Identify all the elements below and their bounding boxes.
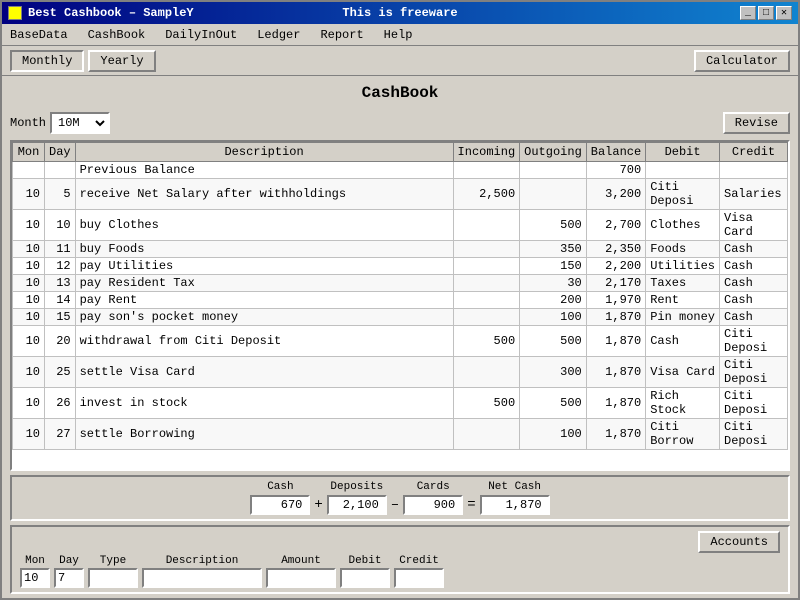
- input-type-label: Type: [100, 555, 126, 567]
- table-row[interactable]: 1010buy Clothes5002,700ClothesVisa Card: [13, 210, 788, 241]
- col-incoming: Incoming: [453, 143, 520, 162]
- menu-dailyinout[interactable]: DailyInOut: [161, 26, 241, 44]
- netcash-value: 1,870: [480, 495, 550, 515]
- window-subtitle: This is freeware: [342, 6, 457, 20]
- cashbook-table-container: Mon Day Description Incoming Outgoing Ba…: [10, 140, 790, 471]
- table-row[interactable]: 1027settle Borrowing1001,870Citi BorrowC…: [13, 419, 788, 450]
- input-day[interactable]: [54, 568, 84, 588]
- cash-summary: Cash 670: [250, 481, 310, 515]
- input-mon-label: Mon: [25, 555, 45, 567]
- title-bar-buttons: _ □ ✕: [740, 6, 792, 20]
- summary-bar: Cash 670 + Deposits 2,100 – Cards 900 = …: [10, 475, 790, 521]
- input-mon-group: Mon: [20, 555, 50, 588]
- cashbook-table: Mon Day Description Incoming Outgoing Ba…: [12, 142, 788, 450]
- input-credit-label: Credit: [399, 555, 439, 567]
- menu-bar: BaseData CashBook DailyInOut Ledger Repo…: [2, 24, 798, 46]
- window-title: Best Cashbook – SampleY: [28, 6, 194, 20]
- input-amount[interactable]: [266, 568, 336, 588]
- input-debit-group: Debit: [340, 555, 390, 588]
- input-day-label: Day: [59, 555, 79, 567]
- input-credit[interactable]: [394, 568, 444, 588]
- input-debit-label: Debit: [348, 555, 381, 567]
- cash-value: 670: [250, 495, 310, 515]
- app-icon: [8, 6, 22, 20]
- minus-sign: –: [391, 497, 399, 513]
- col-day: Day: [45, 143, 76, 162]
- month-selector: Month 10M 1M2M3M 4M5M6M 7M8M9M 11M12M: [10, 112, 110, 134]
- main-window: Best Cashbook – SampleY This is freeware…: [0, 0, 800, 600]
- minimize-btn[interactable]: _: [740, 6, 756, 20]
- menu-basedata[interactable]: BaseData: [6, 26, 72, 44]
- maximize-btn[interactable]: □: [758, 6, 774, 20]
- title-bar-left: Best Cashbook – SampleY: [8, 6, 194, 20]
- input-day-group: Day: [54, 555, 84, 588]
- monthly-button[interactable]: Monthly: [10, 50, 84, 72]
- col-outgoing: Outgoing: [520, 143, 587, 162]
- input-debit[interactable]: [340, 568, 390, 588]
- table-row[interactable]: 1012pay Utilities1502,200UtilitiesCash: [13, 258, 788, 275]
- month-select[interactable]: 10M 1M2M3M 4M5M6M 7M8M9M 11M12M: [50, 112, 110, 134]
- input-type-group: Type: [88, 555, 138, 588]
- cards-value: 900: [403, 495, 463, 515]
- input-mon[interactable]: [20, 568, 50, 588]
- yearly-button[interactable]: Yearly: [88, 50, 155, 72]
- table-row[interactable]: 1011buy Foods3502,350FoodsCash: [13, 241, 788, 258]
- equals-sign: =: [467, 497, 475, 513]
- deposits-summary: Deposits 2,100: [327, 481, 387, 515]
- revise-button[interactable]: Revise: [723, 112, 790, 134]
- table-row[interactable]: 1026invest in stock5005001,870Rich Stock…: [13, 388, 788, 419]
- page-title: CashBook: [10, 80, 790, 106]
- input-row: Accounts Mon Day Type Description: [10, 525, 790, 594]
- input-type[interactable]: [88, 568, 138, 588]
- menu-report[interactable]: Report: [316, 26, 367, 44]
- cards-summary: Cards 900: [403, 481, 463, 515]
- deposits-value: 2,100: [327, 495, 387, 515]
- toolbar: Monthly Yearly Calculator: [2, 46, 798, 76]
- input-amount-group: Amount: [266, 555, 336, 588]
- col-desc: Description: [75, 143, 453, 162]
- table-row[interactable]: 105receive Net Salary after withholdings…: [13, 179, 788, 210]
- input-amount-label: Amount: [281, 555, 321, 567]
- col-mon: Mon: [13, 143, 45, 162]
- input-desc-group: Description: [142, 555, 262, 588]
- col-credit: Credit: [720, 143, 788, 162]
- month-row: Month 10M 1M2M3M 4M5M6M 7M8M9M 11M12M Re…: [10, 110, 790, 136]
- plus-sign: +: [314, 497, 322, 513]
- input-credit-group: Credit: [394, 555, 444, 588]
- table-row[interactable]: 1015pay son's pocket money1001,870Pin mo…: [13, 309, 788, 326]
- deposits-label: Deposits: [330, 481, 383, 493]
- cards-label: Cards: [417, 481, 450, 493]
- col-balance: Balance: [586, 143, 645, 162]
- calculator-button[interactable]: Calculator: [694, 50, 790, 72]
- input-row-header: Accounts: [20, 531, 780, 553]
- table-row[interactable]: Previous Balance700: [13, 162, 788, 179]
- input-description[interactable]: [142, 568, 262, 588]
- menu-help[interactable]: Help: [380, 26, 417, 44]
- title-bar: Best Cashbook – SampleY This is freeware…: [2, 2, 798, 24]
- input-fields: Mon Day Type Description Amount: [20, 555, 780, 588]
- month-label: Month: [10, 116, 46, 130]
- close-btn[interactable]: ✕: [776, 6, 792, 20]
- table-row[interactable]: 1025settle Visa Card3001,870Visa CardCit…: [13, 357, 788, 388]
- col-debit: Debit: [646, 143, 720, 162]
- accounts-button[interactable]: Accounts: [698, 531, 780, 553]
- menu-ledger[interactable]: Ledger: [253, 26, 304, 44]
- table-row[interactable]: 1020withdrawal from Citi Deposit5005001,…: [13, 326, 788, 357]
- netcash-summary: Net Cash 1,870: [480, 481, 550, 515]
- netcash-label: Net Cash: [488, 481, 541, 493]
- menu-cashbook[interactable]: CashBook: [84, 26, 150, 44]
- cash-label: Cash: [267, 481, 293, 493]
- content-area: CashBook Month 10M 1M2M3M 4M5M6M 7M8M9M …: [2, 76, 798, 598]
- table-row[interactable]: 1014pay Rent2001,970RentCash: [13, 292, 788, 309]
- table-row[interactable]: 1013pay Resident Tax302,170TaxesCash: [13, 275, 788, 292]
- input-desc-label: Description: [166, 555, 239, 567]
